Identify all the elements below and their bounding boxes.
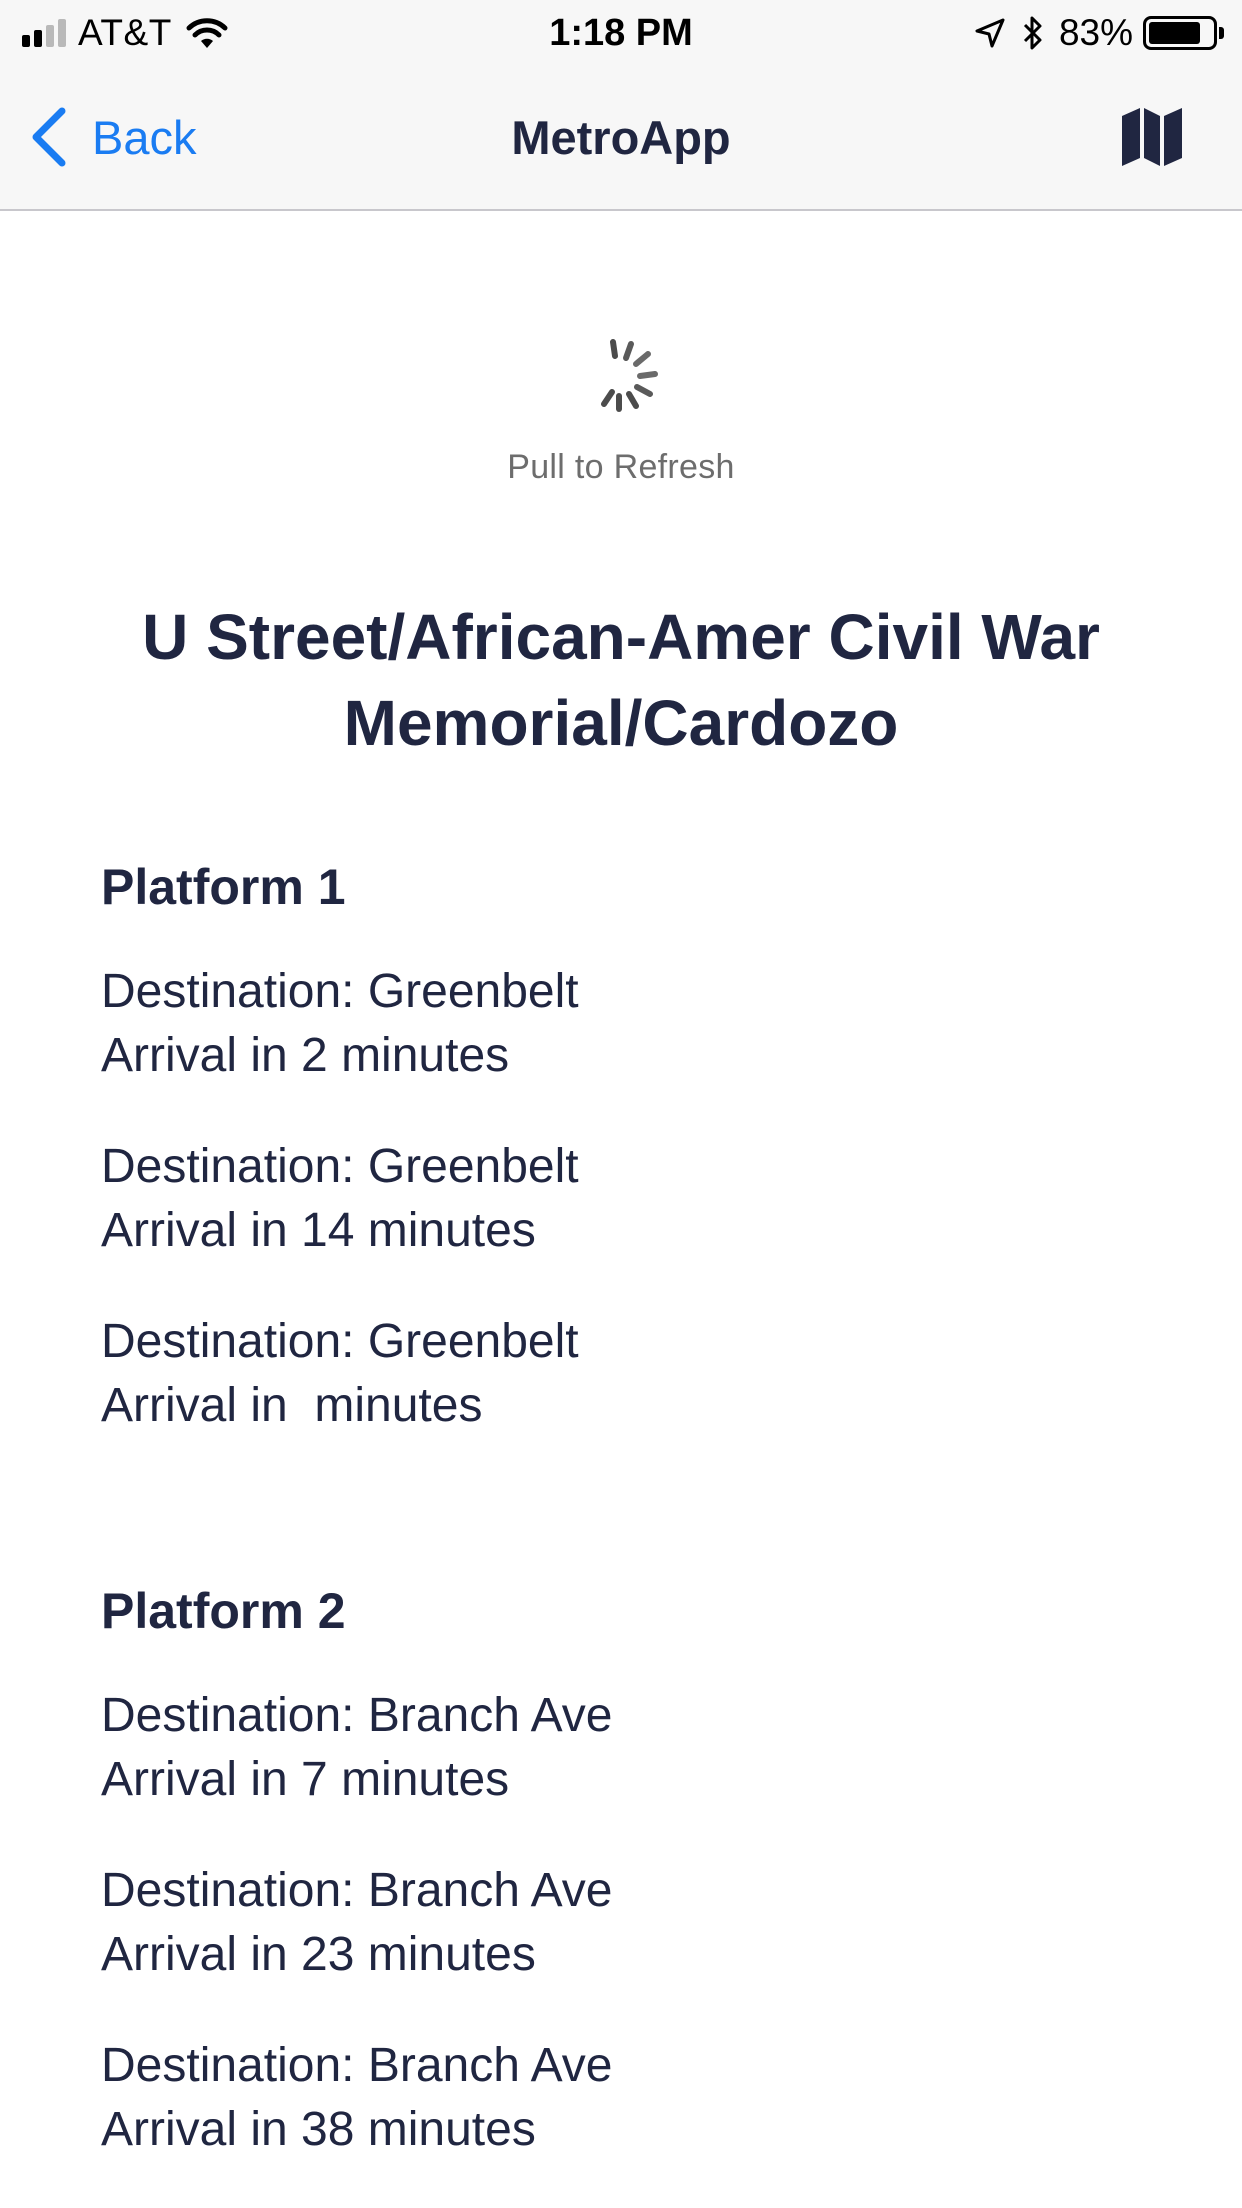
arrival-time: Arrival in 2 minutes — [101, 1029, 510, 1082]
arrival-item: Destination: Branch Ave Arrival in 7 min… — [101, 1684, 1161, 1812]
platform-section-2: Platform 2 Destination: Branch Ave Arriv… — [101, 1580, 1161, 2208]
status-bar: AT&T 1:18 PM 83% — [0, 0, 1242, 66]
arrival-item: Destination: Branch Ave Arrival in 23 mi… — [101, 1859, 1161, 1987]
arrival-time: Arrival in minutes — [101, 1379, 483, 1432]
battery-tip — [1219, 27, 1224, 39]
arrival-destination: Destination: Branch Ave — [101, 1864, 613, 1917]
arrival-destination: Destination: Greenbelt — [101, 965, 579, 1018]
platform-title: Platform 1 — [101, 859, 346, 915]
battery-level-fill — [1149, 22, 1200, 44]
platform-title: Platform 2 — [101, 1583, 346, 1639]
arrival-destination: Destination: Branch Ave — [101, 2039, 613, 2092]
arrival-destination: Destination: Branch Ave — [101, 1689, 613, 1742]
nav-title: MetroApp — [511, 111, 731, 164]
bluetooth-icon — [1023, 16, 1042, 50]
navigation-bar: Back MetroApp — [0, 66, 1242, 211]
platform-section-1: Platform 1 Destination: Greenbelt Arriva… — [101, 856, 1161, 1485]
battery-icon — [1143, 16, 1217, 50]
arrival-time: Arrival in 7 minutes — [101, 1753, 510, 1806]
pull-to-refresh-label: Pull to Refresh — [507, 448, 735, 486]
arrival-item: Destination: Greenbelt Arrival in 2 minu… — [101, 960, 1161, 1088]
location-arrow-icon — [975, 18, 1005, 48]
arrival-destination: Destination: Greenbelt — [101, 1140, 579, 1193]
arrival-item: Destination: Greenbelt Arrival in 14 min… — [101, 1135, 1161, 1263]
arrival-item: Destination: Greenbelt Arrival in minute… — [101, 1310, 1161, 1438]
activity-spinner-icon — [601, 339, 658, 412]
status-right: 83% — [975, 10, 1224, 56]
battery-percent: 83% — [1058, 12, 1133, 53]
map-icon[interactable] — [1120, 106, 1184, 168]
station-title: U Street/African-Amer Civil War Memorial… — [142, 601, 1100, 759]
arrival-time: Arrival in 38 minutes — [101, 2103, 536, 2156]
arrival-item: Destination: Branch Ave Arrival in 38 mi… — [101, 2034, 1161, 2162]
arrival-time: Arrival in 23 minutes — [101, 1928, 536, 1981]
arrival-time: Arrival in 14 minutes — [101, 1204, 536, 1257]
arrival-destination: Destination: Greenbelt — [101, 1315, 579, 1368]
screen: AT&T 1:18 PM 83% Back MetroApp Pull to R… — [0, 0, 1242, 2208]
